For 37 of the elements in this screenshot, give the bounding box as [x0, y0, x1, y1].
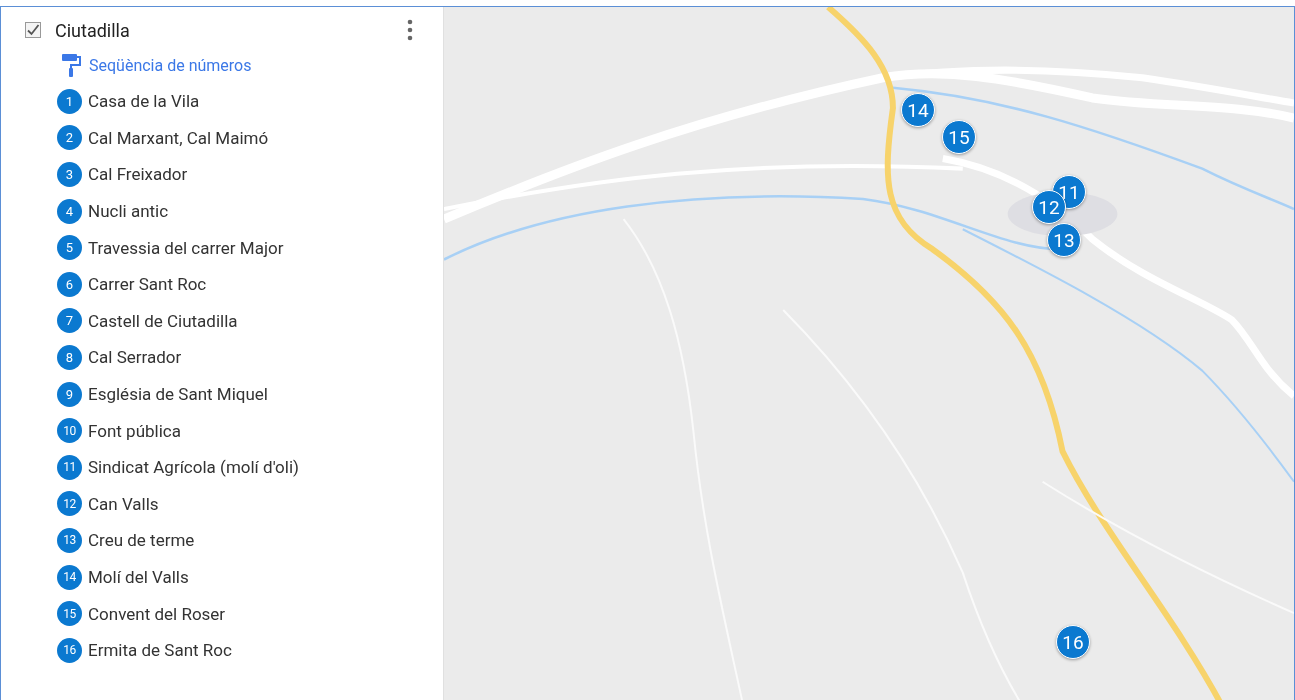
layer-title: Ciutadilla	[55, 19, 131, 41]
place-name[interactable]: Nucli antic	[88, 201, 169, 222]
number-badge: 13	[57, 527, 82, 553]
place-name[interactable]: Carrer Sant Roc	[88, 274, 207, 295]
number-badge: 9	[57, 381, 82, 407]
paint-roller-icon[interactable]	[61, 53, 81, 77]
layer-checkbox[interactable]	[25, 22, 41, 38]
place-name[interactable]: Cal Serrador	[88, 347, 182, 368]
number-badge: 12	[57, 491, 82, 517]
number-badge: 16	[57, 637, 82, 663]
number-badge: 3	[57, 162, 82, 187]
style-link[interactable]: Seqüència de números	[89, 55, 252, 75]
place-name[interactable]: Ermita de Sant Roc	[88, 640, 232, 661]
place-name[interactable]: Cal Freixador	[88, 164, 188, 185]
place-name[interactable]: Creu de terme	[88, 530, 195, 551]
place-name[interactable]: Sindicat Agrícola (molí d'oli)	[88, 457, 299, 478]
place-name[interactable]: Cal Marxant, Cal Maimó	[88, 127, 269, 148]
number-badge: 8	[57, 344, 82, 370]
number-badge: 10	[57, 418, 82, 444]
place-name[interactable]: Castell de Ciutadilla	[88, 310, 238, 331]
more-options-icon[interactable]	[407, 19, 413, 41]
place-name[interactable]: Molí del Valls	[88, 567, 189, 587]
number-badge: 1	[57, 88, 82, 114]
place-name[interactable]: Església de Sant Miquel	[88, 384, 268, 405]
number-badge: 6	[57, 271, 82, 297]
number-badge: 4	[57, 198, 82, 224]
number-badge: 5	[57, 235, 82, 261]
number-badge: 11	[57, 454, 82, 480]
place-name[interactable]: Convent del Roser	[88, 603, 226, 624]
place-name[interactable]: Font pública	[88, 420, 181, 441]
place-name[interactable]: Travessia del carrer Major	[88, 237, 284, 258]
number-badge: 14	[57, 564, 82, 590]
number-badge: 7	[57, 308, 82, 334]
number-badge: 15	[57, 601, 82, 627]
place-name[interactable]: Casa de la Vila	[88, 91, 200, 112]
number-badge: 2	[57, 125, 82, 151]
place-name[interactable]: Can Valls	[88, 493, 159, 514]
